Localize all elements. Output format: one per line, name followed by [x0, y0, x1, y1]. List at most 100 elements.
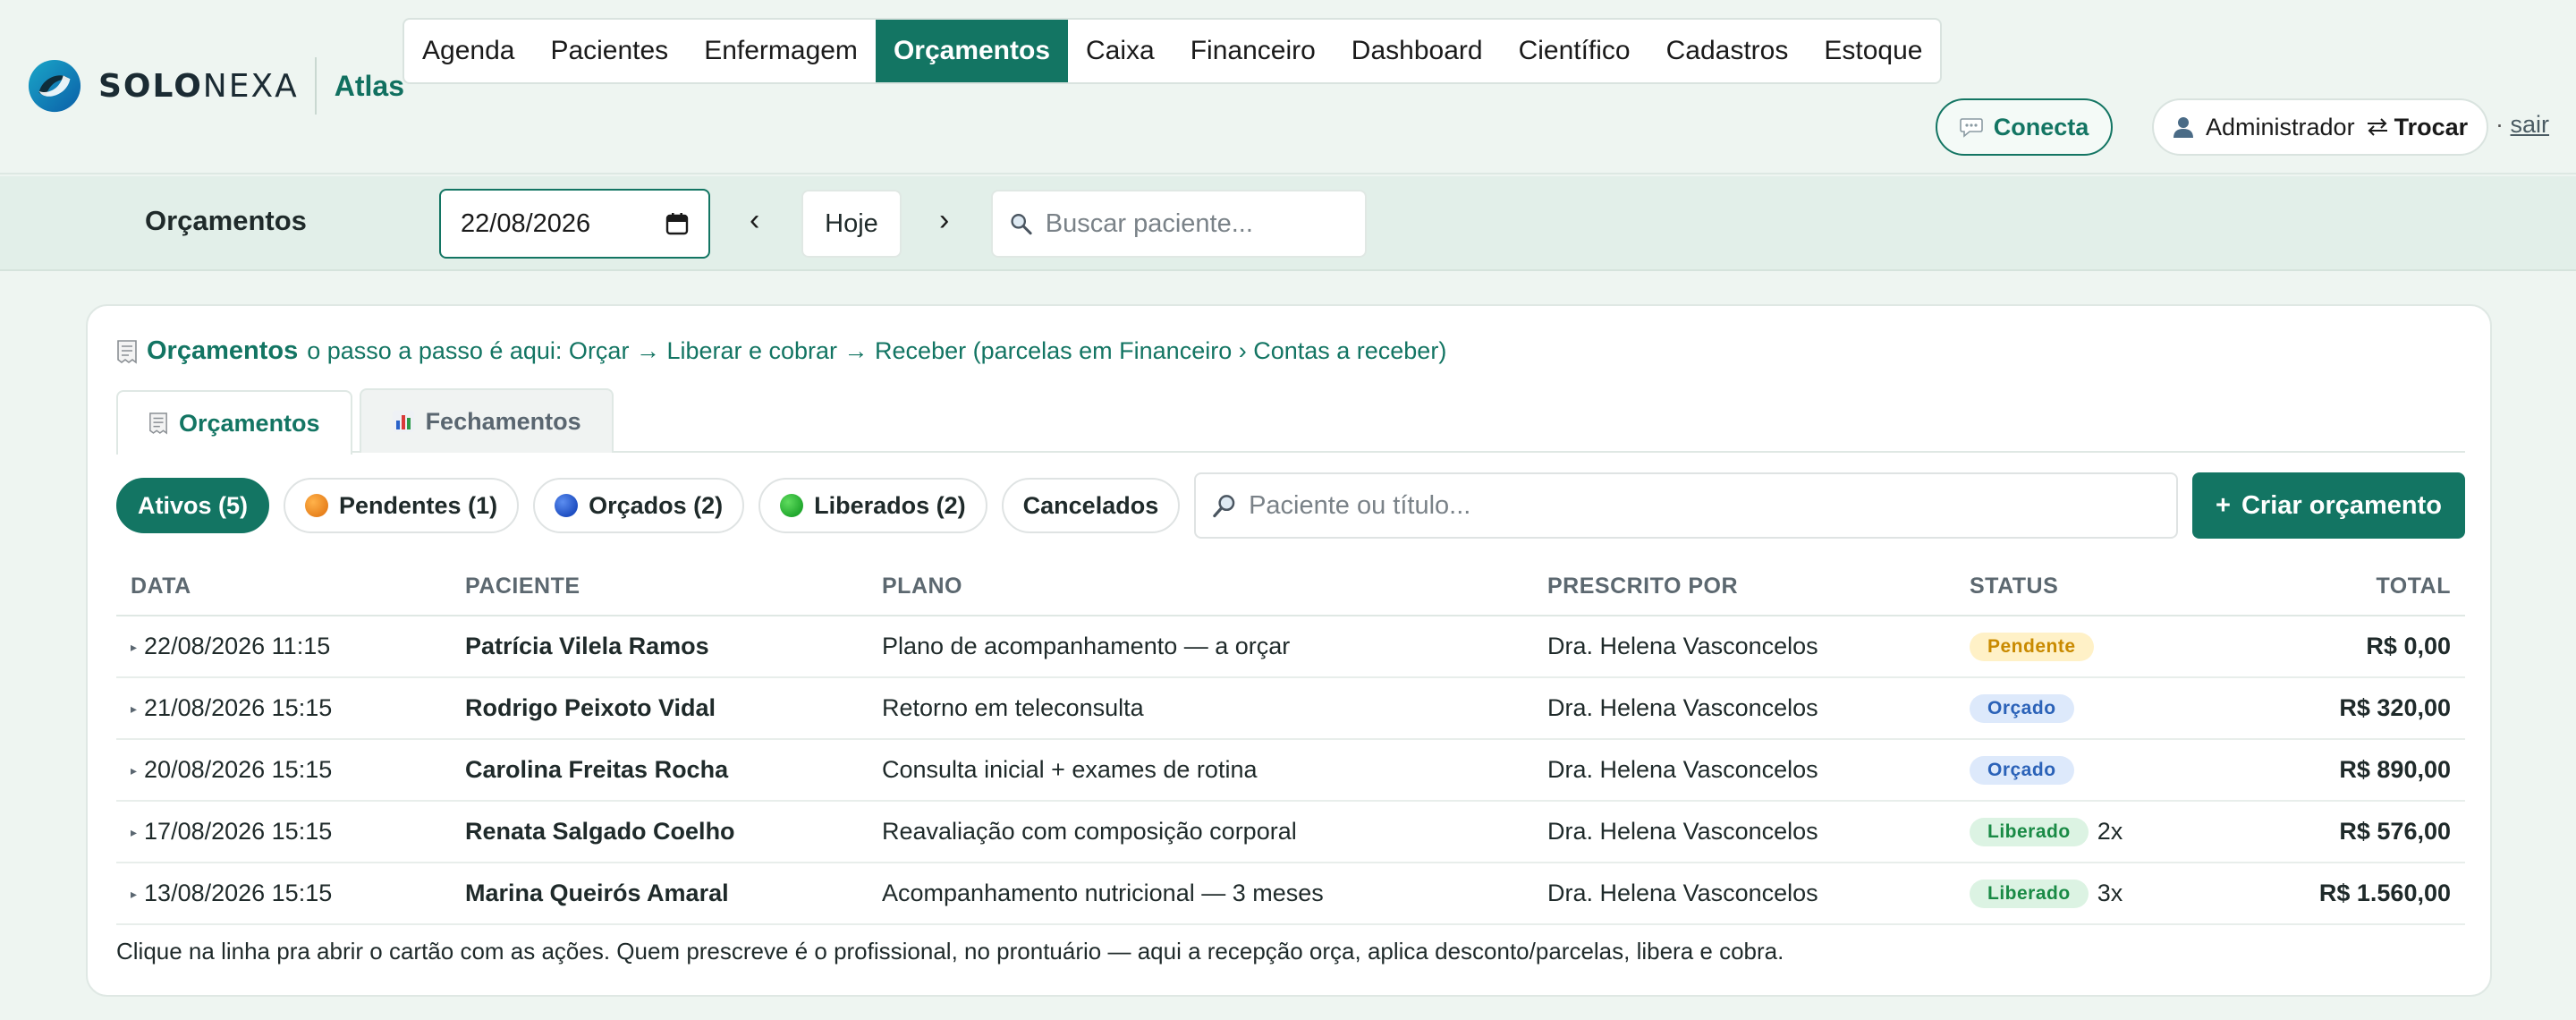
table-row[interactable]: ▸ 22/08/2026 11:15 Patrícia Vilela Ramos Pl… — [116, 616, 2465, 678]
nav-item-financeiro[interactable]: Financeiro — [1173, 20, 1334, 82]
status-cell: Liberado 2x — [1955, 801, 2224, 863]
patient-link[interactable]: Patrícia Vilela Ramos — [451, 616, 868, 678]
nav-item-cientifico[interactable]: Científico — [1501, 20, 1648, 82]
bar-chart-icon — [392, 411, 414, 432]
column-header-date: DATA — [116, 558, 451, 616]
table-row[interactable]: ▸ 20/08/2026 15:15 Carolina Freitas Rocha C… — [116, 739, 2465, 802]
conecta-label: Conecta — [1993, 113, 2089, 140]
filter-cancelados[interactable]: Cancelados — [1001, 478, 1181, 533]
status-badge: Liberado — [1970, 879, 2089, 908]
column-header-total: TOTAL — [2224, 558, 2465, 616]
expand-triangle-icon: ▸ — [131, 887, 138, 902]
budget-search-input[interactable] — [1249, 490, 2161, 521]
column-header-patient: PACIENTE — [451, 558, 868, 616]
green-circle-icon — [780, 494, 804, 517]
user-name: Administrador — [2206, 113, 2355, 140]
today-button[interactable]: Hoje — [801, 190, 902, 258]
filter-liberados[interactable]: Liberados (2) — [758, 478, 987, 533]
budgets-card: Orçamentos o passo a passo é aqui: Orçar… — [86, 304, 2492, 997]
nav-item-dashboard[interactable]: Dashboard — [1334, 20, 1501, 82]
nav-item-enfermagem[interactable]: Enfermagem — [686, 20, 876, 82]
prescriber-cell: Dra. Helena Vasconcelos — [1533, 616, 1955, 678]
create-budget-label: Criar orçamento — [2241, 490, 2442, 520]
conecta-button[interactable]: Conecta — [1936, 98, 2113, 156]
budgets-table: DATA PACIENTE PLANO PRESCRITO POR STATUS… — [116, 558, 2465, 925]
switch-user-label: Trocar — [2394, 113, 2469, 140]
column-header-status: STATUS — [1955, 558, 2224, 616]
filter-orcados[interactable]: Orçados (2) — [533, 478, 745, 533]
brand[interactable]: SOLONEXA Atlas — [27, 57, 404, 115]
expand-triangle-icon: ▸ — [131, 640, 138, 655]
receipt-icon — [117, 339, 137, 364]
tab-fechamentos[interactable]: Fechamentos — [359, 388, 614, 453]
table-row[interactable]: ▸ 17/08/2026 15:15 Renata Salgado Coelho Re… — [116, 801, 2465, 863]
switch-user-button[interactable]: Trocar — [2366, 113, 2469, 141]
filter-cancelados-label: Cancelados — [1022, 491, 1159, 519]
logout-separator: · — [2496, 111, 2504, 138]
filter-ativos[interactable]: Ativos (5) — [116, 478, 270, 533]
blue-circle-icon — [555, 494, 579, 517]
installments-count: 3x — [2097, 880, 2123, 907]
hint-title: Orçamentos — [147, 336, 299, 365]
nav-item-caixa[interactable]: Caixa — [1068, 20, 1173, 82]
budget-search[interactable] — [1194, 472, 2179, 539]
next-day-button[interactable]: › — [939, 203, 949, 238]
product-name: Atlas — [334, 69, 405, 102]
page-toolbar: Orçamentos 22/08/2026 ‹ Hoje › — [0, 176, 2576, 271]
user-menu[interactable]: Administrador Trocar — [2152, 98, 2488, 156]
expand-triangle-icon: ▸ — [131, 701, 138, 717]
patient-link[interactable]: Rodrigo Peixoto Vidal — [451, 677, 868, 740]
nav-item-agenda[interactable]: Agenda — [404, 20, 532, 82]
row-date: 17/08/2026 15:15 — [144, 818, 333, 845]
swap-arrows-icon — [2367, 118, 2387, 136]
magnifier-icon — [1213, 495, 1235, 518]
previous-day-button[interactable]: ‹ — [750, 203, 759, 238]
date-picker[interactable]: 22/08/2026 — [439, 189, 710, 259]
date-cell: ▸ 22/08/2026 11:15 — [116, 616, 451, 678]
patient-search-input[interactable] — [1045, 208, 1349, 239]
patient-link[interactable]: Carolina Freitas Rocha — [451, 739, 868, 802]
prescriber-cell: Dra. Helena Vasconcelos — [1533, 677, 1955, 740]
expand-triangle-icon: ▸ — [131, 825, 138, 840]
help-note: Clique na linha pra abrir o cartão com a… — [116, 938, 1784, 965]
create-budget-button[interactable]: + Criar orçamento — [2192, 472, 2465, 539]
plan-cell: Retorno em teleconsulta — [868, 677, 1533, 740]
plan-cell: Plano de acompanhamento — a orçar — [868, 616, 1533, 678]
tab-orcamentos-label: Orçamentos — [179, 409, 320, 437]
expand-triangle-icon: ▸ — [131, 763, 138, 778]
table-row[interactable]: ▸ 13/08/2026 15:15 Marina Queirós Amaral Ac… — [116, 863, 2465, 925]
total-cell: R$ 1.560,00 — [2224, 863, 2465, 925]
patient-link[interactable]: Renata Salgado Coelho — [451, 801, 868, 863]
filter-pendentes[interactable]: Pendentes (1) — [284, 478, 520, 533]
orange-circle-icon — [305, 494, 329, 517]
nav-item-estoque[interactable]: Estoque — [1806, 20, 1940, 82]
tab-orcamentos[interactable]: Orçamentos — [116, 390, 352, 455]
row-date: 22/08/2026 11:15 — [144, 633, 331, 659]
patient-link[interactable]: Marina Queirós Amaral — [451, 863, 868, 925]
prescriber-cell: Dra. Helena Vasconcelos — [1533, 801, 1955, 863]
logout-link[interactable]: sair — [2511, 111, 2550, 138]
plan-cell: Reavaliação com composição corporal — [868, 801, 1533, 863]
table-row[interactable]: ▸ 21/08/2026 15:15 Rodrigo Peixoto Vidal Re… — [116, 677, 2465, 740]
top-header: SOLONEXA Atlas Agenda Pacientes Enfermagem… — [0, 0, 2576, 174]
nav-item-cadastros[interactable]: Cadastros — [1648, 20, 1807, 82]
hint-text: o passo a passo é aqui: Orçar → Liberar … — [307, 337, 1447, 364]
receipt-icon — [149, 412, 167, 435]
status-cell: Orçado — [1955, 677, 2224, 740]
brand-divider — [314, 57, 317, 115]
search-icon — [1011, 214, 1032, 235]
calendar-icon[interactable] — [665, 212, 689, 235]
filter-ativos-label: Ativos (5) — [138, 491, 249, 519]
nav-item-pacientes[interactable]: Pacientes — [532, 20, 686, 82]
nav-item-orcamentos[interactable]: Orçamentos — [875, 20, 1069, 82]
tab-fechamentos-label: Fechamentos — [425, 407, 581, 435]
main-nav: Agenda Pacientes Enfermagem Orçamentos Caixa… — [402, 18, 1943, 84]
status-filters: Ativos (5) Pendentes (1) Orçados (2) Lib… — [116, 472, 2465, 539]
column-header-prescriber: PRESCRITO POR — [1533, 558, 1955, 616]
installments-count: 2x — [2097, 818, 2123, 846]
total-cell: R$ 890,00 — [2224, 739, 2465, 802]
patient-search[interactable] — [991, 190, 1367, 258]
logout-area: · sair — [2496, 111, 2549, 139]
table-header-row: DATA PACIENTE PLANO PRESCRITO POR STATUS… — [116, 558, 2465, 616]
total-cell: R$ 0,00 — [2224, 616, 2465, 678]
